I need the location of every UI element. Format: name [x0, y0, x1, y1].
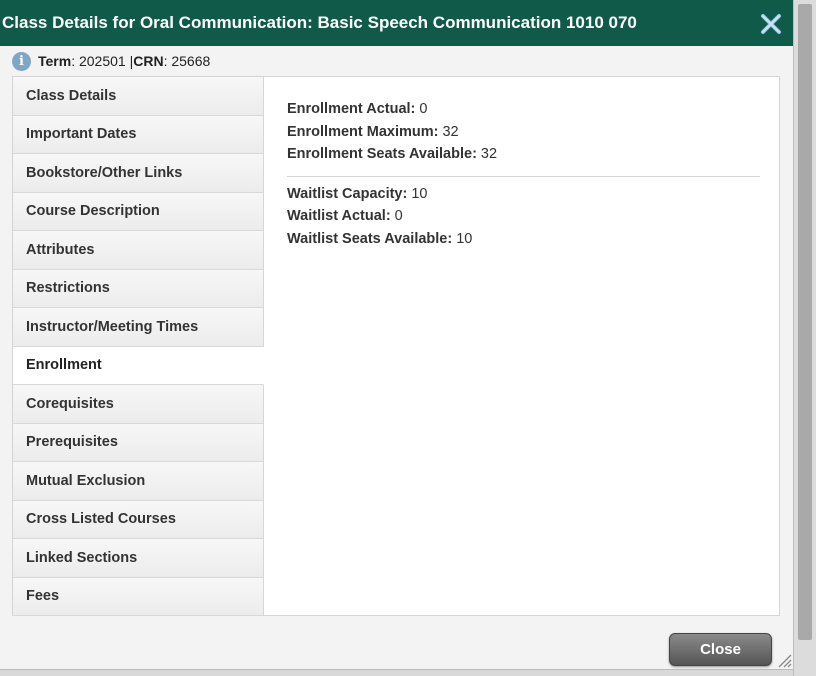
enrollment-actual-row: Enrollment Actual: 0: [287, 101, 760, 124]
page-scrollbar[interactable]: [793, 0, 816, 676]
nav-restrictions[interactable]: Restrictions: [13, 269, 263, 308]
waitlist-seats-label: Waitlist Seats Available:: [287, 230, 453, 247]
waitlist-seats-value: 10: [452, 230, 473, 247]
nav-fees[interactable]: Fees: [13, 577, 263, 616]
details-panel: Class Details Important Dates Bookstore/…: [12, 76, 780, 616]
enrollment-seats-row: Enrollment Seats Available: 32: [287, 146, 760, 169]
close-button[interactable]: Close: [669, 633, 772, 666]
class-details-dialog: Class Details for Oral Communication: Ba…: [0, 0, 793, 676]
nav-bookstore-links[interactable]: Bookstore/Other Links: [13, 154, 263, 193]
info-icon: i: [12, 51, 31, 71]
dialog-title: Class Details for Oral Communication: Ba…: [2, 13, 637, 32]
resize-grip-icon[interactable]: [776, 652, 792, 668]
close-x-icon[interactable]: [760, 13, 782, 35]
nav-class-details[interactable]: Class Details: [13, 77, 263, 116]
enrollment-actual-label: Enrollment Actual:: [287, 101, 416, 117]
waitlist-actual-row: Waitlist Actual: 0: [287, 208, 760, 231]
enrollment-maximum-row: Enrollment Maximum: 32: [287, 124, 760, 147]
waitlist-seats-row: Waitlist Seats Available: 10: [287, 231, 760, 254]
background-page-strip: [0, 669, 793, 676]
nav-instructor-meeting-times[interactable]: Instructor/Meeting Times: [13, 308, 263, 347]
nav-corequisites[interactable]: Corequisites: [13, 385, 263, 424]
nav-attributes[interactable]: Attributes: [13, 231, 263, 270]
nav-enrollment[interactable]: Enrollment: [13, 346, 264, 385]
dialog-titlebar: Class Details for Oral Communication: Ba…: [0, 0, 793, 46]
details-nav: Class Details Important Dates Bookstore/…: [13, 77, 264, 616]
term-value: : 202501 |: [71, 53, 134, 69]
term-crn-line: i Term : 202501 | CRN : 25668: [12, 51, 210, 71]
waitlist-actual-value: 0: [390, 208, 403, 224]
crn-value: : 25668: [163, 53, 211, 69]
nav-mutual-exclusion[interactable]: Mutual Exclusion: [13, 462, 263, 501]
enrollment-seats-value: 32: [476, 146, 498, 162]
scrollbar-thumb[interactable]: [798, 4, 812, 640]
waitlist-capacity-row: Waitlist Capacity: 10: [287, 186, 760, 209]
nav-prerequisites[interactable]: Prerequisites: [13, 423, 263, 462]
nav-cross-listed-courses[interactable]: Cross Listed Courses: [13, 500, 263, 539]
nav-course-description[interactable]: Course Description: [13, 192, 263, 231]
waitlist-actual-label: Waitlist Actual:: [287, 208, 391, 224]
section-divider: [287, 175, 760, 177]
enrollment-content: Enrollment Actual: 0 Enrollment Maximum:…: [287, 101, 760, 253]
nav-important-dates[interactable]: Important Dates: [13, 115, 263, 154]
nav-linked-sections[interactable]: Linked Sections: [13, 539, 263, 578]
enrollment-seats-label: Enrollment Seats Available:: [287, 146, 477, 162]
waitlist-capacity-value: 10: [407, 185, 428, 202]
waitlist-capacity-label: Waitlist Capacity:: [287, 185, 408, 202]
crn-label: CRN: [133, 53, 164, 69]
enrollment-actual-value: 0: [415, 101, 428, 117]
enrollment-maximum-label: Enrollment Maximum:: [287, 123, 439, 140]
term-label: Term: [38, 53, 72, 69]
enrollment-maximum-value: 32: [438, 123, 459, 140]
